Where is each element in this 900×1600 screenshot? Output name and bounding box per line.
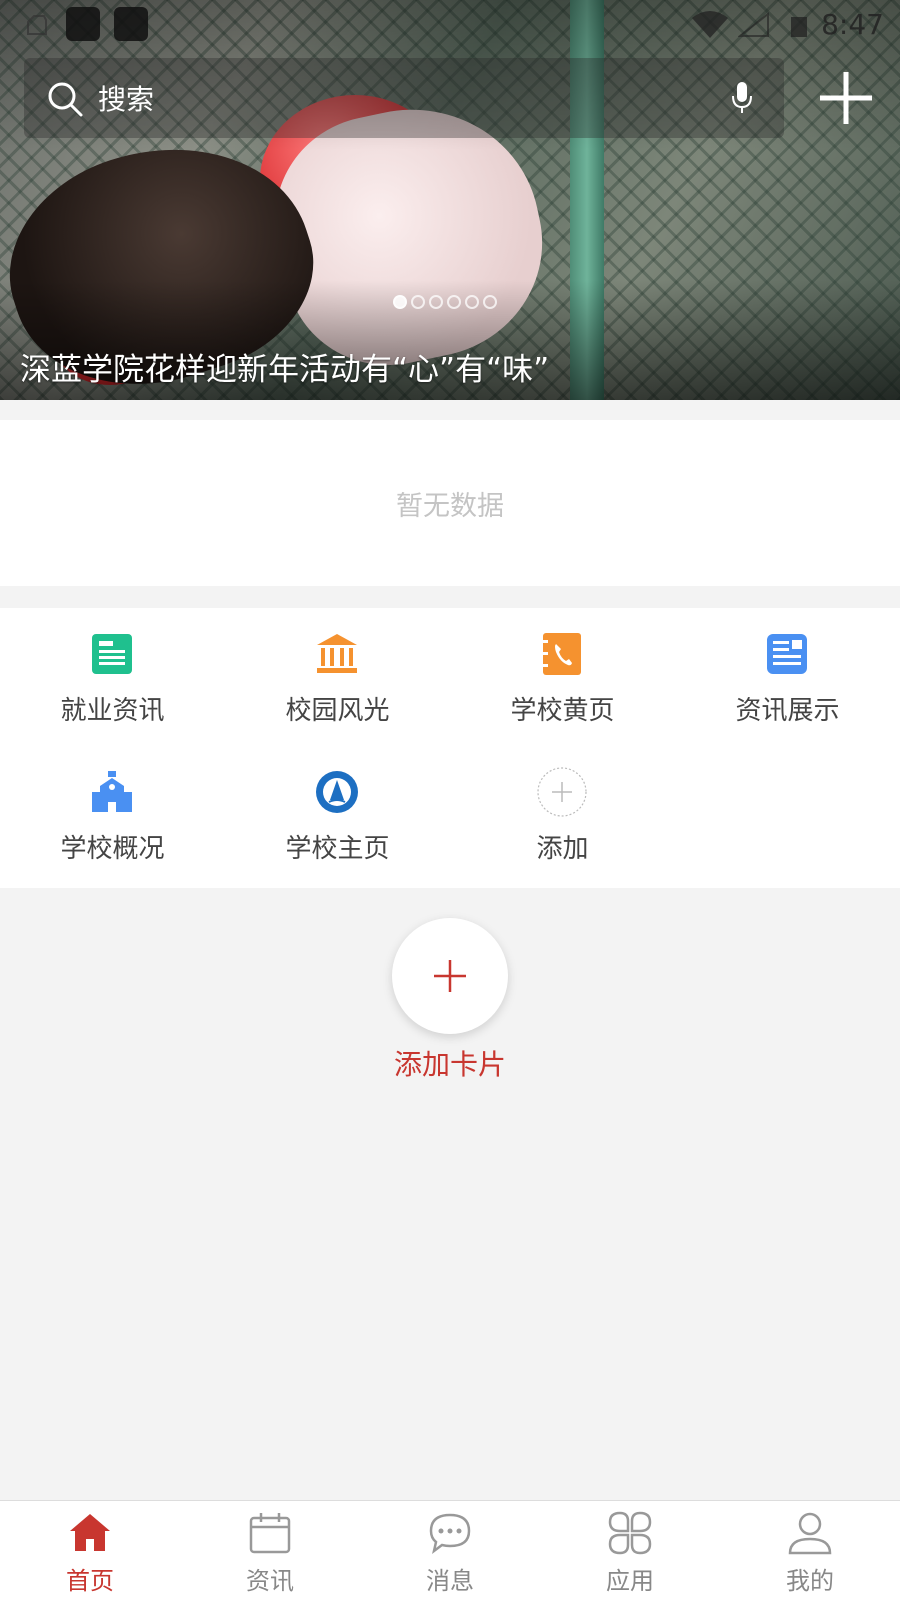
search-input[interactable]: 搜索	[98, 78, 154, 118]
app-item-school-overview[interactable]: 学校概况	[0, 746, 225, 866]
phone-book-icon	[543, 633, 581, 675]
carousel-dot[interactable]	[393, 295, 407, 309]
plus-icon	[434, 960, 466, 992]
app-label: 学校概况	[60, 834, 165, 864]
add-card-label[interactable]: 添加卡片	[300, 1043, 600, 1083]
notification-app-icon	[114, 7, 148, 41]
add-plus-icon[interactable]	[818, 70, 874, 126]
carousel-dot[interactable]	[429, 295, 443, 309]
app-label: 资讯展示	[735, 696, 840, 726]
battery-icon	[791, 17, 807, 37]
microphone-icon[interactable]	[730, 80, 754, 116]
app-label: 学校黄页	[510, 696, 615, 726]
status-bar: 8:47	[0, 0, 900, 48]
search-bar[interactable]: 搜索	[24, 58, 784, 138]
app-item-news-display[interactable]: 资讯展示	[675, 608, 900, 728]
search-icon	[48, 82, 83, 117]
wifi-icon	[692, 11, 728, 38]
app-item-jobs[interactable]: 就业资讯	[0, 608, 225, 728]
bottom-navigation: 首页 资讯 消息 应用 我的	[0, 1500, 900, 1600]
status-time: 8:47	[821, 8, 884, 41]
carousel-dot[interactable]	[483, 295, 497, 309]
news-list-icon	[767, 634, 807, 674]
nav-label: 资讯	[246, 1567, 294, 1595]
app-item-yellow-pages[interactable]: 学校黄页	[450, 608, 675, 728]
person-icon	[788, 1512, 832, 1555]
notification-icon	[27, 15, 47, 35]
calendar-icon	[249, 1513, 291, 1554]
newspaper-icon	[92, 634, 132, 674]
school-logo-icon	[316, 771, 358, 813]
nav-home[interactable]: 首页	[0, 1501, 180, 1600]
home-icon	[70, 1514, 110, 1551]
nav-label: 消息	[426, 1567, 474, 1595]
signal-icon	[738, 12, 769, 37]
app-item-campus-scenery[interactable]: 校园风光	[225, 608, 450, 728]
app-label: 就业资讯	[60, 696, 165, 726]
app-grid: 就业资讯 校园风光 学校黄页 资讯展示 学校概况 学校主页 添加	[0, 608, 900, 888]
app-label: 校园风光	[285, 696, 390, 726]
nav-label: 首页	[66, 1567, 114, 1595]
nav-messages[interactable]: 消息	[360, 1501, 540, 1600]
empty-state-text: 暂无数据	[396, 490, 504, 522]
nav-news[interactable]: 资讯	[180, 1501, 360, 1600]
school-building-icon	[92, 771, 132, 812]
carousel-dot[interactable]	[411, 295, 425, 309]
add-circle-icon	[537, 767, 587, 817]
add-card-button[interactable]	[392, 918, 508, 1034]
chat-bubble-icon	[429, 1513, 471, 1555]
banner-title[interactable]: 深蓝学院花样迎新年活动有“心”有“味”	[20, 344, 549, 389]
apps-grid-icon	[608, 1511, 652, 1555]
app-label: 学校主页	[285, 834, 390, 864]
nav-apps[interactable]: 应用	[540, 1501, 720, 1600]
app-item-school-homepage[interactable]: 学校主页	[225, 746, 450, 866]
carousel-dot[interactable]	[465, 295, 479, 309]
institution-icon	[317, 634, 357, 673]
carousel-indicator	[393, 295, 497, 309]
app-item-add[interactable]: 添加	[450, 746, 675, 866]
news-card: 暂无数据	[0, 420, 900, 586]
nav-label: 我的	[786, 1567, 834, 1595]
notification-app-icon	[66, 7, 100, 41]
nav-label: 应用	[606, 1567, 654, 1595]
carousel-dot[interactable]	[447, 295, 461, 309]
nav-profile[interactable]: 我的	[720, 1501, 900, 1600]
app-label: 添加	[536, 834, 589, 864]
